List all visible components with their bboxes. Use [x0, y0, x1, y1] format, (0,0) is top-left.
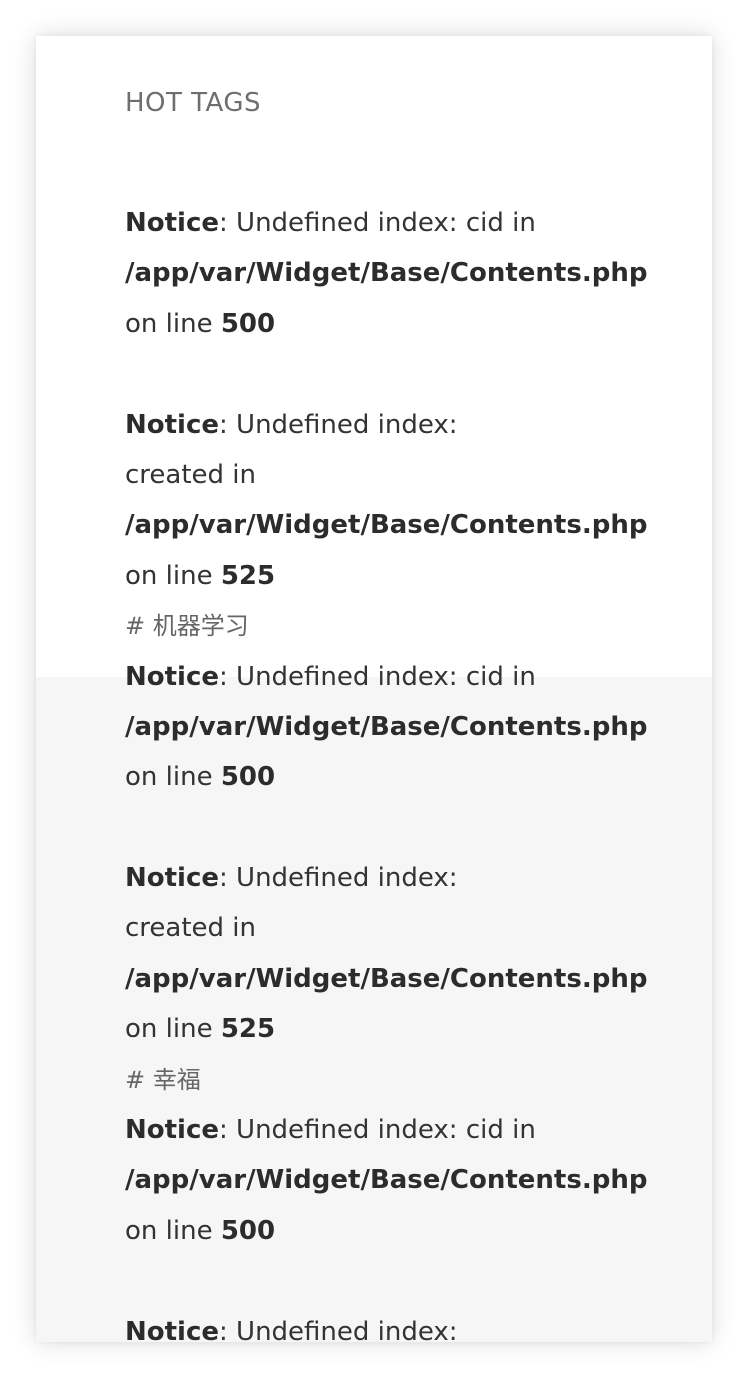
notice-line-number: on line 500 [125, 1206, 647, 1256]
file-path: /app/var/Widget/Base/Contents.php [125, 1165, 648, 1196]
notice-file-path: /app/var/Widget/Base/Contents.php [125, 702, 647, 752]
on-line-text: on line [125, 1215, 221, 1246]
hot-tags-widget: HOT TAGS Notice: Undefined index: cid in… [36, 36, 712, 1342]
notice-label: Notice [125, 863, 220, 894]
tag-link-machine-learning[interactable]: # 机器学习 [125, 601, 647, 651]
on-line-text: on line [125, 560, 221, 591]
on-line-text: on line [125, 308, 221, 339]
notice-message: : Undefined index: [219, 1316, 458, 1342]
tag-link-happiness[interactable]: # 幸福 [125, 1055, 647, 1105]
notice-file-path: /app/var/Widget/Base/Contents.php [125, 1155, 647, 1205]
notice-line: Notice: Undefined index: [125, 853, 647, 903]
notice-line: Notice: Undefined index: cid in [125, 198, 647, 248]
notice-label: Notice [125, 1316, 220, 1342]
notice-line-number: on line 500 [125, 299, 647, 349]
line-number: 525 [220, 560, 276, 591]
notice-file-path: /app/var/Widget/Base/Contents.php [125, 954, 647, 1004]
notice-label: Notice [125, 208, 220, 238]
notice-continuation: created in [125, 913, 257, 944]
line-number: 525 [220, 1014, 276, 1045]
file-path: /app/var/Widget/Base/Contents.php [125, 510, 648, 541]
notice-line: Notice: Undefined index: cid in [125, 1105, 647, 1155]
notice-line: Notice: Undefined index: [125, 1307, 647, 1342]
widget-title: HOT TAGS [125, 88, 262, 118]
notice-line: Notice: Undefined index: [125, 400, 647, 450]
line-number: 500 [220, 308, 276, 339]
notice-line-number: on line 525 [125, 551, 647, 601]
notice-message: : Undefined index: cid in [219, 208, 536, 238]
notice-line: Notice: Undefined index: cid in [125, 652, 647, 702]
notice-file-path: /app/var/Widget/Base/Contents.php [125, 248, 647, 298]
notice-continuation: created in [125, 459, 257, 490]
notice-message: : Undefined index: cid in [219, 661, 536, 692]
on-line-text: on line [125, 762, 221, 793]
line-number: 500 [220, 1215, 276, 1246]
line-number: 500 [220, 762, 276, 793]
file-path: /app/var/Widget/Base/Contents.php [125, 711, 648, 742]
file-path: /app/var/Widget/Base/Contents.php [125, 258, 648, 289]
tag-list: Notice: Undefined index: cid in /app/var… [125, 198, 647, 1342]
notice-label: Notice [125, 409, 220, 440]
notice-file-path: /app/var/Widget/Base/Contents.php [125, 500, 647, 550]
notice-message: : Undefined index: [219, 863, 458, 894]
on-line-text: on line [125, 1014, 221, 1045]
notice-line-number: on line 525 [125, 1004, 647, 1054]
notice-message: : Undefined index: [219, 409, 458, 440]
notice-label: Notice [125, 1115, 220, 1146]
notice-message: : Undefined index: cid in [219, 1115, 536, 1146]
notice-line-number: on line 500 [125, 752, 647, 802]
file-path: /app/var/Widget/Base/Contents.php [125, 963, 648, 994]
notice-label: Notice [125, 661, 220, 692]
